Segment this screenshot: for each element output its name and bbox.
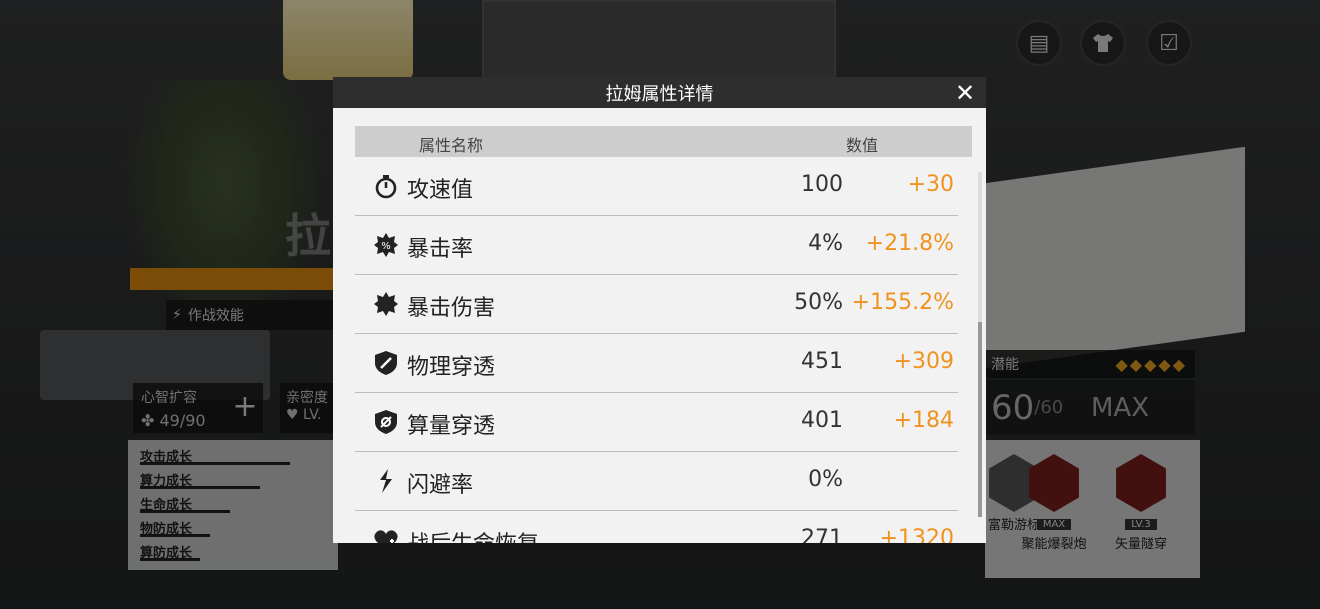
attribute-bonus: +184: [893, 408, 954, 433]
attribute-detail-dialog: 拉姆属性详情 ✕ 属性名称 数值 攻速值 100 +30 % 暴击率 4% +2…: [333, 77, 986, 543]
attribute-value: 451: [801, 349, 843, 374]
attribute-value: 4%: [808, 231, 843, 256]
attribute-label: 战后生命恢复: [407, 526, 539, 543]
attribute-label: 物理穿透: [407, 355, 496, 380]
attribute-label: 闪避率: [407, 473, 474, 498]
attribute-label: 算量穿透: [407, 414, 496, 439]
attribute-value: 100: [801, 172, 843, 197]
attribute-label: 暴击率: [407, 237, 474, 262]
attribute-row: 闪避率 0%: [355, 452, 958, 511]
attribute-row: 战后生命恢复 271 +1320: [355, 511, 958, 543]
attribute-value: 271: [801, 526, 843, 543]
crit-damage-icon: [374, 292, 398, 316]
column-header-value: 数值: [846, 136, 879, 155]
attribute-bonus: +309: [893, 349, 954, 374]
attribute-label: 暴击伤害: [407, 296, 496, 321]
stopwatch-icon: [375, 175, 397, 199]
compute-pierce-icon: [375, 410, 397, 434]
attribute-row: 算量穿透 401 +184: [355, 393, 958, 452]
close-icon[interactable]: ✕: [950, 77, 980, 108]
attribute-bonus: +155.2%: [851, 290, 954, 315]
column-header-name: 属性名称: [419, 136, 484, 155]
svg-text:%: %: [381, 241, 391, 252]
attribute-row: 物理穿透 451 +309: [355, 334, 958, 393]
attribute-row: % 暴击率 4% +21.8%: [355, 216, 958, 275]
column-header: 属性名称 数值: [355, 126, 972, 157]
attribute-row: 暴击伤害 50% +155.2%: [355, 275, 958, 334]
attribute-label: 攻速值: [407, 178, 474, 203]
crit-rate-icon: %: [374, 233, 398, 257]
attribute-value: 50%: [794, 290, 843, 315]
heart-heal-icon: [374, 530, 398, 543]
physical-pierce-icon: [375, 351, 397, 375]
attribute-value: 401: [801, 408, 843, 433]
dialog-header: 拉姆属性详情 ✕: [333, 77, 986, 108]
attribute-bonus: +30: [907, 172, 954, 197]
attribute-bonus: +1320: [879, 526, 954, 543]
attribute-value: 0%: [808, 467, 843, 492]
dialog-title: 拉姆属性详情: [605, 83, 714, 105]
attribute-bonus: +21.8%: [865, 231, 954, 256]
attribute-list[interactable]: 攻速值 100 +30 % 暴击率 4% +21.8% 暴击伤害 50% +15…: [355, 157, 958, 543]
attribute-row: 攻速值 100 +30: [355, 157, 958, 216]
dodge-icon: [380, 469, 392, 493]
scrollbar-thumb[interactable]: [978, 322, 982, 517]
